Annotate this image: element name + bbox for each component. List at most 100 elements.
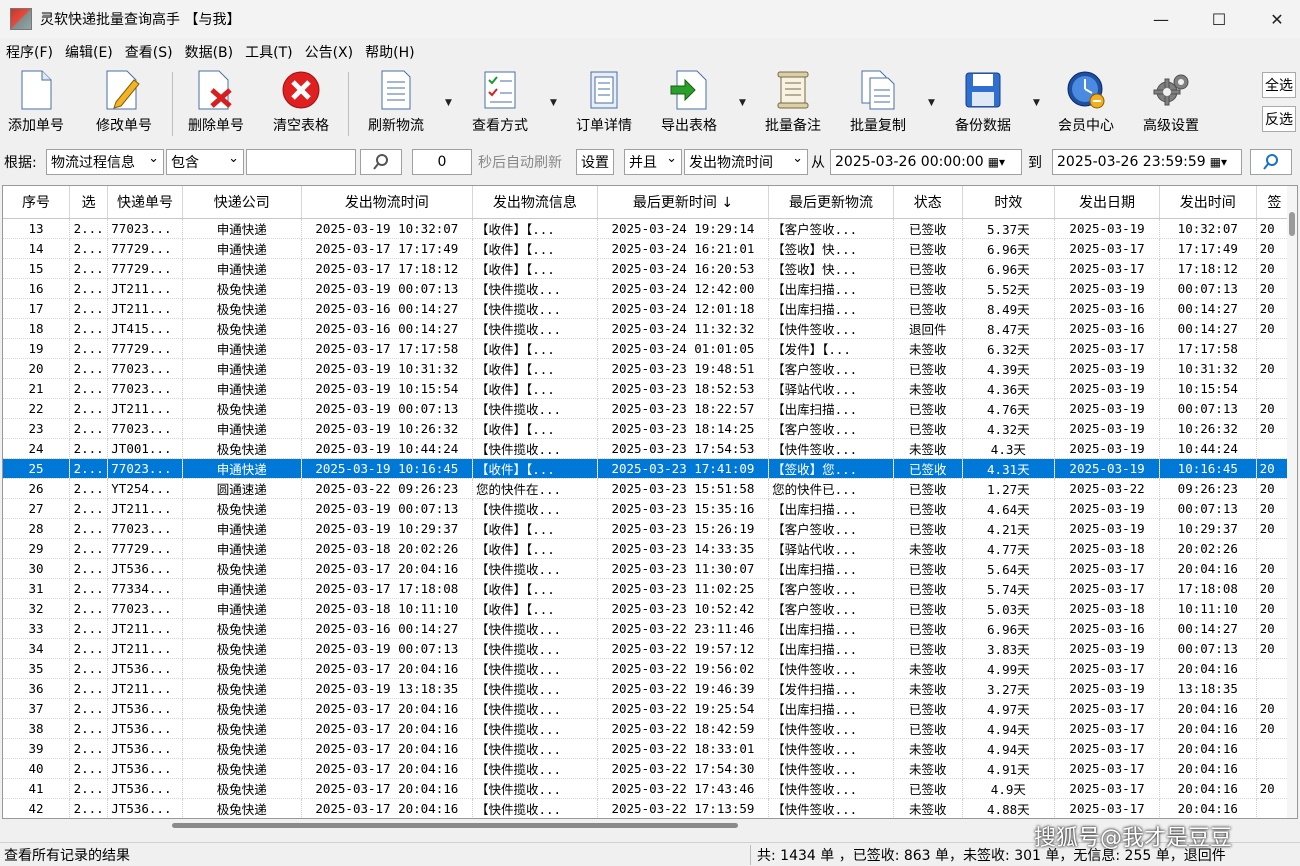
vertical-scroll-thumb[interactable] (1289, 212, 1295, 236)
table-row[interactable]: 38 2... JT536... 极兔快递 2025-03-17 20:04:16 【快件… (3, 718, 1294, 739)
col-header-send-info[interactable]: 发出物流信息 (472, 186, 598, 219)
table-cell: 77023... (107, 358, 183, 379)
date-field-select[interactable]: 发出物流时间 (684, 149, 808, 175)
table-row[interactable]: 17 2... JT211... 极兔快递 2025-03-16 00:14:27 【快件… (3, 298, 1294, 319)
view-mode-button[interactable]: 查看方式 (472, 70, 528, 136)
table-cell: 4.9天 (962, 778, 1056, 799)
table-row[interactable]: 22 2... JT211... 极兔快递 2025-03-19 00:07:13 【快件… (3, 398, 1294, 419)
invert-selection-button[interactable]: 反选 (1262, 106, 1296, 132)
menu-help[interactable]: 帮助(H) (365, 42, 414, 62)
table-row[interactable]: 24 2... JT001... 极兔快递 2025-03-19 10:44:24 【快件… (3, 438, 1294, 459)
maximize-button[interactable]: ☐ (1196, 0, 1242, 38)
col-header-tracking-no[interactable]: 快递单号 (107, 186, 183, 219)
col-header-send-time[interactable]: 发出物流时间 (301, 186, 473, 219)
minimize-button[interactable]: — (1138, 0, 1184, 38)
table-row[interactable]: 34 2... JT211... 极兔快递 2025-03-19 00:07:13 【快件… (3, 638, 1294, 659)
backup-data-button[interactable]: 备份数据 (955, 70, 1011, 136)
table-row[interactable]: 19 2... 77729... 申通快递 2025-03-17 17:17:58 【收件… (3, 338, 1294, 359)
advanced-settings-button[interactable]: 高级设置 (1143, 70, 1199, 136)
menu-view[interactable]: 查看(S) (125, 42, 173, 62)
menu-data[interactable]: 数据(B) (185, 42, 234, 62)
table-row[interactable]: 16 2... JT211... 极兔快递 2025-03-19 00:07:13 【快件… (3, 278, 1294, 299)
date-search-button[interactable] (1250, 149, 1292, 175)
table-row[interactable]: 35 2... JT536... 极兔快递 2025-03-17 20:04:16 【快件… (3, 658, 1294, 679)
table-cell: 2025-03-17 (1054, 238, 1160, 259)
table-row[interactable]: 36 2... JT211... 极兔快递 2025-03-19 13:18:35 【快件… (3, 678, 1294, 699)
menu-notice[interactable]: 公告(X) (305, 42, 354, 62)
start-datetime-picker[interactable]: 2025-03-26 00:00:00 ▦▾ (830, 149, 1022, 175)
table-cell: 极兔快递 (182, 618, 302, 639)
table-row[interactable]: 14 2... 77729... 申通快递 2025-03-17 17:17:49 【收件… (3, 238, 1294, 259)
table-cell: 2025-03-19 (1054, 378, 1160, 399)
col-header-status[interactable]: 状态 (893, 186, 963, 219)
add-order-button[interactable]: 添加单号 (8, 70, 64, 136)
order-detail-button[interactable]: 订单详情 (576, 70, 632, 136)
filter-search-button[interactable] (360, 149, 402, 175)
filter-keyword-input[interactable] (246, 149, 356, 175)
export-dropdown-icon[interactable]: ▼ (739, 98, 746, 108)
col-header-last-update-time[interactable]: 最后更新时间 ↓ (597, 186, 770, 219)
logistics-table[interactable]: 序号 选 快递单号 快递公司 发出物流时间 发出物流信息 最后更新时间 ↓ 最后… (2, 185, 1298, 819)
auto-refresh-seconds-input[interactable]: 0 (412, 149, 472, 175)
table-row[interactable]: 15 2... 77729... 申通快递 2025-03-17 17:18:12 【收件… (3, 258, 1294, 279)
table-row[interactable]: 28 2... 77023... 申通快递 2025-03-19 10:29:37 【收件… (3, 518, 1294, 539)
table-cell: 2... (69, 678, 109, 699)
menu-program[interactable]: 程序(F) (6, 42, 53, 62)
delete-order-button[interactable]: 删除单号 (188, 70, 244, 136)
table-row[interactable]: 29 2... 77729... 申通快递 2025-03-18 20:02:26 【收件… (3, 538, 1294, 559)
table-row[interactable]: 18 2... JT415... 极兔快递 2025-03-16 00:14:27 【快件… (3, 318, 1294, 339)
col-header-send-clock[interactable]: 发出时间 (1159, 186, 1257, 219)
clear-table-button[interactable]: 清空表格 (273, 70, 329, 136)
table-row[interactable]: 32 2... 77023... 申通快递 2025-03-18 10:11:10 【收件… (3, 598, 1294, 619)
horizontal-scroll-thumb[interactable] (172, 823, 738, 828)
table-row[interactable]: 31 2... 77334... 申通快递 2025-03-17 17:18:08 【收件… (3, 578, 1294, 599)
vertical-scrollbar[interactable] (1287, 186, 1297, 818)
table-cell: 2... (69, 538, 109, 559)
table-cell: 已签收 (893, 598, 963, 619)
table-row[interactable]: 25 2... 77023... 申通快递 2025-03-19 10:16:45 【收件… (3, 458, 1294, 479)
table-row[interactable]: 27 2... JT211... 极兔快递 2025-03-19 00:07:13 【快件… (3, 498, 1294, 519)
edit-order-button[interactable]: 修改单号 (96, 70, 152, 136)
table-row[interactable]: 33 2... JT211... 极兔快递 2025-03-16 00:14:27 【快件… (3, 618, 1294, 639)
table-row[interactable]: 39 2... JT536... 极兔快递 2025-03-17 20:04:16 【快件… (3, 738, 1294, 759)
auto-refresh-settings-button[interactable]: 设置 (576, 149, 614, 175)
table-row[interactable]: 20 2... 77023... 申通快递 2025-03-19 10:31:32 【收件… (3, 358, 1294, 379)
refresh-logistics-button[interactable]: 刷新物流 (368, 70, 424, 136)
logic-select[interactable]: 并且 (624, 149, 682, 175)
table-row[interactable]: 26 2... YT254... 圆通速递 2025-03-22 09:26:23 您的快… (3, 478, 1294, 499)
col-header-send-date[interactable]: 发出日期 (1054, 186, 1160, 219)
col-header-courier[interactable]: 快递公司 (182, 186, 302, 219)
menu-edit[interactable]: 编辑(E) (65, 42, 113, 62)
table-row[interactable]: 21 2... 77023... 申通快递 2025-03-19 10:15:54 【收件… (3, 378, 1294, 399)
col-header-check[interactable]: 选 (69, 186, 109, 219)
table-row[interactable]: 41 2... JT536... 极兔快递 2025-03-17 20:04:16 【快件… (3, 778, 1294, 799)
end-datetime-picker[interactable]: 2025-03-26 23:59:59 ▦▾ (1052, 149, 1242, 175)
table-cell: 4.94天 (962, 718, 1056, 739)
table-cell: 2025-03-17 (1054, 558, 1160, 579)
filter-operator-select[interactable]: 包含 (166, 149, 244, 175)
view-mode-dropdown-icon[interactable]: ▼ (550, 98, 557, 108)
table-row[interactable]: 13 2... 77023... 申通快递 2025-03-19 10:32:07 【收件… (3, 218, 1294, 239)
col-header-index[interactable]: 序号 (3, 186, 70, 219)
table-cell: 申通快递 (182, 518, 302, 539)
table-row[interactable]: 40 2... JT536... 极兔快递 2025-03-17 20:04:16 【快件… (3, 758, 1294, 779)
member-center-button[interactable]: 会员中心 (1058, 70, 1114, 136)
table-row[interactable]: 37 2... JT536... 极兔快递 2025-03-17 20:04:16 【快件… (3, 698, 1294, 719)
table-row[interactable]: 23 2... 77023... 申通快递 2025-03-19 10:26:32 【收件… (3, 418, 1294, 439)
table-cell: 已签收 (893, 478, 963, 499)
col-header-last-update-info[interactable]: 最后更新物流 (768, 186, 894, 219)
select-all-button[interactable]: 全选 (1262, 72, 1296, 98)
close-button[interactable]: ✕ (1254, 0, 1300, 38)
batch-copy-button[interactable]: 批量复制 (850, 70, 906, 136)
menu-tools[interactable]: 工具(T) (245, 42, 292, 62)
table-row[interactable]: 42 2... JT536... 极兔快递 2025-03-17 20:04:16 【快件… (3, 798, 1294, 818)
batch-copy-dropdown-icon[interactable]: ▼ (928, 98, 935, 108)
export-table-button[interactable]: 导出表格 (661, 70, 717, 136)
col-header-duration[interactable]: 时效 (962, 186, 1056, 219)
table-row[interactable]: 30 2... JT536... 极兔快递 2025-03-17 20:04:16 【快件… (3, 558, 1294, 579)
batch-note-button[interactable]: 批量备注 (765, 70, 821, 136)
table-cell: 77023... (107, 378, 183, 399)
refresh-dropdown-icon[interactable]: ▼ (445, 98, 452, 108)
backup-dropdown-icon[interactable]: ▼ (1033, 98, 1040, 108)
filter-field-select[interactable]: 物流过程信息 (46, 149, 164, 175)
